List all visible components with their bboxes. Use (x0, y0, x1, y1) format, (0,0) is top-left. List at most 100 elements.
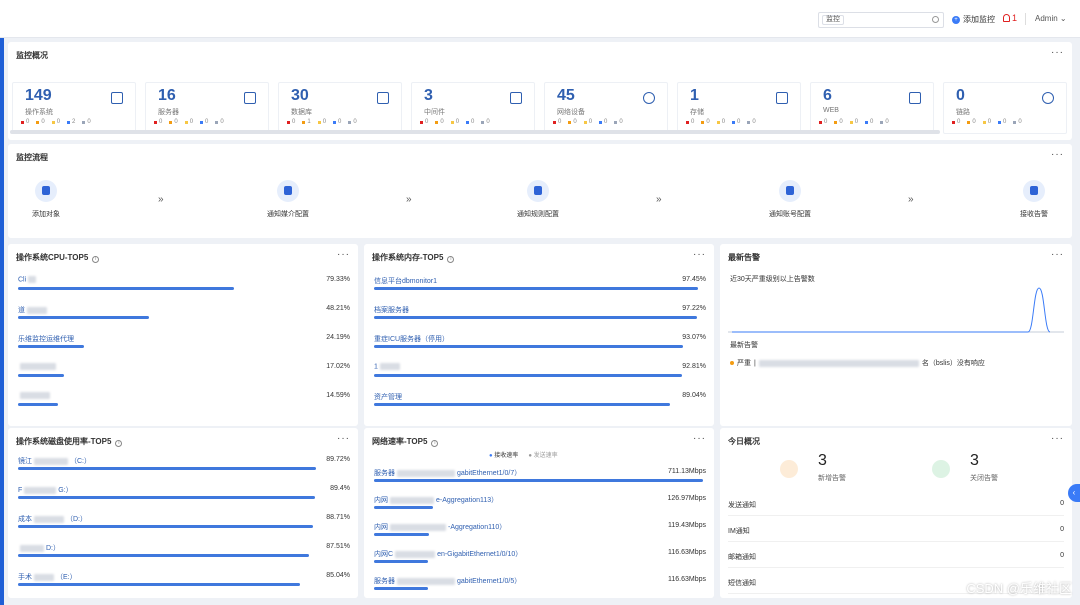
stat-card[interactable]: 30 数据库 0 1 0 0 0 (278, 82, 402, 134)
status-square-icon (466, 120, 470, 124)
rank-value: 97.22% (682, 305, 706, 312)
status-square-icon (716, 120, 720, 124)
flow-arrow-icon: » (158, 194, 164, 205)
notify-row[interactable]: 发送通知 0 (728, 496, 1064, 516)
memory-more-button[interactable]: ··· (693, 249, 706, 260)
rank-label: F G:） (18, 485, 73, 495)
flow-step[interactable]: 添加对象 (6, 180, 86, 219)
rank-row[interactable]: 内网 e-Aggregation113） 126.97Mbps (374, 495, 706, 519)
status-count: 0 (1013, 119, 1022, 125)
rank-row[interactable]: 档案服务器 97.22% (374, 305, 706, 329)
flow-step[interactable]: 通知媒介配置 (248, 180, 328, 219)
status-square-icon (154, 120, 157, 124)
status-count: 0 (716, 119, 725, 125)
redacted-text (24, 486, 57, 494)
top-bar: 监控 + 添加监控 1 Admin ⌄ (0, 0, 1080, 38)
rank-value: 92.81% (682, 363, 706, 370)
status-square-icon (184, 120, 188, 124)
new-alarm-card[interactable]: 3 新增告警 (768, 450, 898, 488)
user-menu[interactable]: Admin ⌄ (1035, 14, 1067, 23)
bell-icon (1003, 14, 1010, 22)
status-value: 0 (440, 119, 444, 125)
flow-step-icon (527, 180, 549, 202)
rank-row[interactable]: 镜江 （C:） 89.72% (18, 456, 350, 480)
stat-card[interactable]: 16 服务器 0 0 0 0 0 (145, 82, 269, 134)
info-icon[interactable]: i (431, 440, 439, 447)
status-square-icon (287, 120, 290, 124)
cards-scrollbar[interactable] (10, 130, 940, 134)
rank-row[interactable]: Cli 79.33% (18, 276, 350, 300)
overview-more-button[interactable]: ··· (1051, 47, 1064, 58)
rank-track (374, 316, 706, 319)
cpu-more-button[interactable]: ··· (337, 249, 350, 260)
status-square-icon (568, 120, 572, 124)
stat-card[interactable]: 149 操作系统 0 0 0 2 0 (12, 82, 136, 134)
stat-card[interactable]: 6 WEB 0 0 0 0 0 (810, 82, 934, 134)
flow-step[interactable]: 通知账号配置 (750, 180, 830, 219)
notify-row[interactable]: 邮箱通知 0 (728, 548, 1064, 568)
status-square-icon (614, 120, 618, 124)
rank-value: 48.21% (326, 305, 350, 312)
search-box[interactable]: 监控 (818, 12, 944, 28)
rank-row[interactable]: 14.59% (18, 392, 350, 416)
alarm-trend-chart (728, 287, 1064, 333)
rank-label: 1 (374, 363, 402, 370)
status-count: 0 (568, 119, 577, 125)
alert-bell[interactable]: 1 (1003, 13, 1017, 23)
flow-step[interactable]: 通知规则配置 (498, 180, 578, 219)
rank-row[interactable]: 道 48.21% (18, 305, 350, 329)
rank-row[interactable]: 服务器 gabitEthernet1/0/5） 116.63Mbps (374, 576, 706, 600)
closed-alarm-label: 关闭告警 (970, 475, 998, 482)
rank-row[interactable]: 重症ICU服务器（停用） 93.07% (374, 334, 706, 358)
rank-row[interactable]: 1 92.81% (374, 363, 706, 387)
network-more-button[interactable]: ··· (693, 433, 706, 444)
flow-step[interactable]: 接收告警 (994, 180, 1074, 219)
search-type-select[interactable]: 监控 (822, 15, 844, 25)
rank-name: 1 (374, 363, 378, 371)
flow-arrow-icon: » (406, 194, 412, 205)
rank-row[interactable]: 内网 -Aggregation110） 119.43Mbps (374, 522, 706, 546)
today-more-button[interactable]: ··· (1051, 433, 1064, 444)
legend-send[interactable]: ● 发送速率 (528, 450, 557, 459)
status-square-icon (865, 120, 869, 124)
flow-more-button[interactable]: ··· (1051, 149, 1064, 160)
latest-alarm-item[interactable]: 严重 | 名（bslis）没有响应 (730, 358, 985, 368)
status-value: 0 (987, 119, 992, 125)
info-icon[interactable]: i (447, 256, 455, 263)
stat-card[interactable]: 1 存储 0 0 0 0 0 (677, 82, 801, 134)
notify-row[interactable]: IM通知 0 (728, 522, 1064, 542)
rank-row[interactable]: 服务器 gabitEthernet1/0/7） 711.13Mbps (374, 468, 706, 492)
flow-step-icon (277, 180, 299, 202)
search-input[interactable] (859, 14, 929, 26)
stat-count: 45 (557, 87, 575, 104)
status-value: 0 (706, 119, 710, 125)
stat-card[interactable]: 45 网络设备 0 0 0 0 0 (544, 82, 668, 134)
rank-row[interactable]: 内网C en-GigabitEthernet1/0/10） 116.63Mbps (374, 549, 706, 573)
rank-row[interactable]: 资产管理 89.04% (374, 392, 706, 416)
rank-row[interactable]: 信息平台dbmonitor1 97.45% (374, 276, 706, 300)
redacted-text (390, 496, 434, 504)
add-monitor-button[interactable]: + 添加监控 (952, 14, 995, 25)
info-icon[interactable]: i (115, 440, 123, 447)
today-panel: 今日概况 ··· 3 新增告警 3 关闭告警 发送通知 0 IM通知 0 邮箱通知 0 短信… (720, 428, 1072, 598)
new-alarm-label: 新增告警 (818, 475, 846, 482)
disk-more-button[interactable]: ··· (337, 433, 350, 444)
rank-row[interactable]: D:） 87.51% (18, 543, 350, 567)
rank-track (18, 583, 350, 586)
status-count: 0 (82, 119, 91, 125)
legend-recv[interactable]: ● 接收速率 (489, 450, 518, 459)
redacted-text (758, 359, 919, 367)
info-icon[interactable]: i (92, 256, 100, 263)
rank-row[interactable]: F G:） 89.4% (18, 485, 350, 509)
search-icon[interactable] (932, 16, 939, 23)
stat-card[interactable]: 0 链路 0 0 0 0 0 (943, 82, 1067, 134)
rank-row[interactable]: 17.02% (18, 363, 350, 387)
rank-row[interactable]: 成本 （D:） 88.71% (18, 514, 350, 538)
stat-card[interactable]: 3 中间件 0 0 0 0 0 (411, 82, 535, 134)
closed-alarm-card[interactable]: 3 关闭告警 (920, 450, 1050, 488)
collapse-toggle-icon[interactable]: ‹ (1068, 484, 1080, 502)
rank-row[interactable]: 乐维监控运维代理 24.19% (18, 334, 350, 358)
rank-value: 97.45% (682, 276, 706, 283)
rank-row[interactable]: 手术 （E:） 85.04% (18, 572, 350, 596)
alarm-more-button[interactable]: ··· (1051, 249, 1064, 260)
